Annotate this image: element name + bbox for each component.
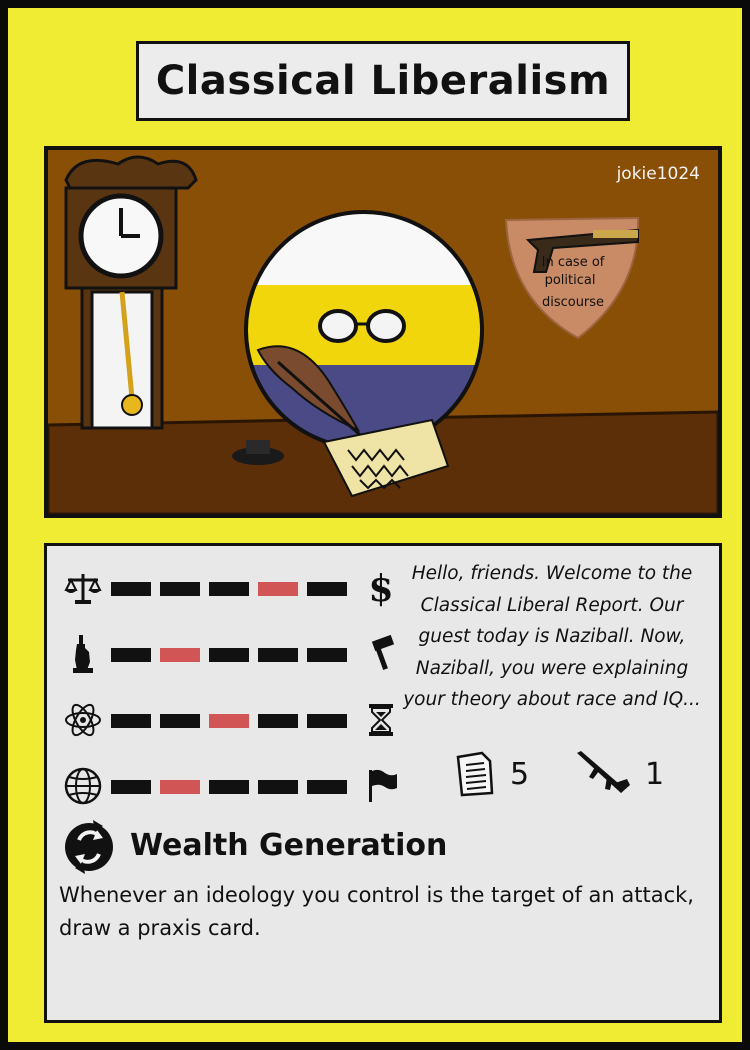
liberty-statue-icon (73, 635, 93, 673)
ability-name: Wealth Generation (130, 828, 448, 863)
axis-segment (307, 582, 347, 596)
artwork-scene: In case of political discourse (48, 150, 718, 514)
axis-segment (258, 648, 298, 662)
axis-segment (160, 714, 200, 728)
flag-icon (369, 769, 397, 802)
axis-row-diplomatic (63, 766, 403, 806)
scales-icon (64, 574, 102, 604)
axis-segment (307, 780, 347, 794)
atom-icon (65, 703, 101, 737)
axis-segment-active (160, 648, 200, 662)
svg-text:$: $ (368, 568, 393, 608)
axis-segment (111, 648, 151, 662)
ideology-card: Classical Liberalism In case of politica… (0, 0, 750, 1050)
axis-segment (209, 780, 249, 794)
axis-segment (160, 582, 200, 596)
card-info-panel: $ Hello, friends. Welcome to the Classic… (44, 543, 722, 1023)
axis-row-societal (63, 700, 403, 740)
artist-credit: jokie1024 (616, 164, 700, 184)
axis-row-economic: $ (63, 568, 403, 608)
axis-segment (258, 714, 298, 728)
document-value: 5 (510, 756, 530, 792)
card-artwork: In case of political discourse jokie1024 (44, 146, 722, 518)
refresh-cycle-icon (65, 820, 113, 874)
plaque-line-1: In case of (542, 255, 605, 270)
rifle-value: 1 (645, 756, 665, 792)
axis-row-civil (63, 634, 403, 674)
card-title: Classical Liberalism (155, 58, 611, 104)
axis-segment (307, 714, 347, 728)
flavor-text: Hello, friends. Welcome to the Classical… (403, 563, 701, 710)
axis-segment (111, 780, 151, 794)
axis-segment (111, 714, 151, 728)
rifle-icon (577, 751, 630, 793)
document-stat: 5 (452, 749, 529, 799)
document-icon (456, 751, 494, 797)
globe-icon (64, 767, 102, 805)
axis-segment-active (258, 582, 298, 596)
hourglass-icon (369, 704, 393, 736)
rifle-stat: 1 (575, 749, 664, 799)
dollar-icon: $ (368, 568, 393, 608)
axis-segment-active (209, 714, 249, 728)
gavel-icon (371, 634, 395, 670)
axis-segment (209, 648, 249, 662)
axis-segment (111, 582, 151, 596)
title-box: Classical Liberalism (136, 41, 630, 121)
plaque-line-3: discourse (542, 295, 604, 310)
axis-segment (209, 582, 249, 596)
ability-text: Whenever an ideology you control is the … (59, 883, 694, 940)
axis-segment (307, 648, 347, 662)
plaque-line-2: political (545, 273, 596, 288)
axis-segment-active (160, 780, 200, 794)
axis-segment (258, 780, 298, 794)
